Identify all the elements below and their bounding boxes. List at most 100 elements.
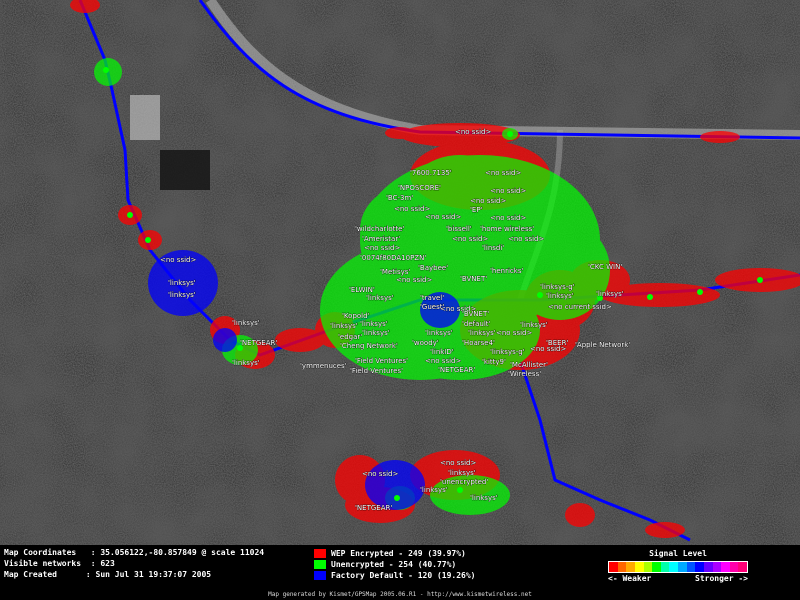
network-ssid-label: 'linksys' [425, 329, 453, 337]
network-ssid-label: 'BC-3m' [386, 194, 413, 202]
map-viewport[interactable]: <no ssid> '7600.7135' <no ssid> 'NPOSCORE' <… [0, 0, 800, 545]
network-ssid-label: 'linksys' [168, 279, 196, 287]
network-ssid-label: 'linksys' [232, 319, 260, 327]
network-ssid-label: <no current ssid> [548, 303, 612, 311]
signal-color-step [686, 562, 696, 572]
legend-factory-default-swatch [314, 570, 326, 580]
signal-level-title: Signal Level [649, 549, 707, 558]
network-ssid-label: 'home wireless' [480, 225, 534, 233]
network-ssid-label: 'woody' [412, 339, 439, 347]
network-ssid-label: 'NETGEAR' [240, 339, 277, 347]
network-ssid-label: 'BVNET' [462, 310, 489, 318]
signal-stronger-label: Stronger -> [695, 574, 748, 583]
network-ssid-label: 'NPOSCORE' [398, 184, 441, 192]
network-ssid-label: 'kitty9' [482, 358, 506, 366]
network-ssid-label: '0074f80DA10PZN' [360, 254, 426, 262]
signal-color-step [669, 562, 678, 572]
signal-color-step [660, 562, 670, 572]
network-ssid-label: 'Metisys' [380, 268, 410, 276]
signal-color-step [617, 562, 627, 572]
building [130, 95, 160, 140]
network-ssid-label: <no ssid> [508, 235, 544, 243]
signal-level-legend: Signal Level <- Weaker Stronger -> [608, 549, 748, 583]
network-ssid-label: <no ssid> [364, 244, 400, 252]
network-ssid-label: 'bissell' [446, 225, 472, 233]
signal-color-step [738, 562, 747, 572]
network-ssid-label: 'linksys' [362, 329, 390, 337]
network-ssid-label: 'NETGEAR' [438, 366, 475, 374]
network-ssid-label: <no ssid> [485, 169, 521, 177]
signal-color-step [729, 562, 739, 572]
network-ssid-label: 'BVNET' [460, 275, 487, 283]
visible-networks: Visible networks : 623 [4, 559, 115, 568]
status-footer: Map Coordinates : 35.056122,-80.857849 @… [0, 545, 800, 600]
network-ssid-label: <no ssid> [490, 214, 526, 222]
network-ssid-label: 'CKC WIN' [588, 263, 622, 271]
signal-color-step [695, 562, 704, 572]
network-ssid-label: 'henricks' [490, 267, 523, 275]
legend-factory-default: Factory Default - 120 (19.26%) [314, 570, 476, 580]
network-ssid-label: 'linksys' [330, 322, 358, 330]
network-ssid-label: <no ssid> [396, 276, 432, 284]
network-ssid-label: <no ssid> [490, 187, 526, 195]
signal-level-gradient [608, 561, 748, 573]
network-ssid-label: 'linkID' [430, 348, 454, 356]
network-ssid-label: <no ssid> [452, 235, 488, 243]
network-ssid-label: 'EP' [470, 206, 483, 214]
network-ssid-label: 'linksys' [596, 290, 624, 298]
signal-color-step [703, 562, 713, 572]
signal-color-step [626, 562, 635, 572]
network-ssid-label: <no ssid> [470, 197, 506, 205]
signal-color-step [652, 562, 661, 572]
network-ssid-label: <no ssid> [496, 329, 532, 337]
network-ssid-label: 'linksys' [448, 469, 476, 477]
network-ssid-label: 'linksys' [470, 494, 498, 502]
signal-color-step [609, 562, 618, 572]
legend-wep-label: WEP Encrypted - 249 (39.97%) [331, 548, 466, 558]
network-ssid-label: '7600.7135' [410, 169, 452, 177]
network-ssid-label: <no ssid> [425, 213, 461, 221]
network-ssid-label: 'NETGEAR' [355, 504, 392, 512]
network-ssid-label: <no ssid> [160, 256, 196, 264]
network-ssid-label: 'Cheng Network' [340, 342, 398, 350]
pond [160, 150, 210, 190]
signal-color-step [634, 562, 644, 572]
network-ssid-label: 'linksys' [168, 291, 196, 299]
network-ssid-label: 'linksys' [366, 294, 394, 302]
map-created: Map Created : Sun Jul 31 19:37:07 2005 [4, 570, 212, 579]
network-ssid-label: 'Hoarse4' [462, 339, 495, 347]
network-ssid-label: 'linsdi' [482, 244, 504, 252]
map-credit: Map generated by Kismet/GPSMap 2005.06.R… [268, 591, 532, 598]
network-ssid-label: 'linksys' [420, 486, 448, 494]
legend-unencrypted: Unencrypted - 254 (40.77%) [314, 559, 456, 569]
network-ssid-label: 'ymmenuces' [300, 362, 347, 370]
network-ssid-label: <no ssid> [440, 459, 476, 467]
network-ssid-label: 'linksys-g' [490, 348, 525, 356]
network-ssid-label: 'linksys' [520, 321, 548, 329]
network-ssid-label: 'Wireless' [508, 370, 541, 378]
network-ssid-label: 'linksys-g' [540, 283, 575, 291]
network-ssid-label: 'unencrypted' [440, 478, 488, 486]
signal-color-step [712, 562, 722, 572]
network-ssid-label: <no ssid> [394, 205, 430, 213]
legend-factory-default-label: Factory Default - 120 (19.26%) [331, 570, 476, 580]
legend-unencrypted-swatch [314, 559, 326, 569]
network-ssid-label: 'wildcharlotte' [355, 225, 404, 233]
legend-unencrypted-label: Unencrypted - 254 (40.77%) [331, 559, 457, 569]
network-ssid-label: 'ELWIN' [349, 286, 375, 294]
legend-wep-swatch [314, 548, 326, 558]
network-ssid-label: <no ssid> [425, 357, 461, 365]
signal-color-step [721, 562, 730, 572]
network-ssid-label: 'Baybee' [418, 264, 448, 272]
legend-wep: WEP Encrypted - 249 (39.97%) [314, 548, 466, 558]
signal-weaker-label: <- Weaker [608, 574, 652, 583]
network-ssid-label: 'linksys' [468, 329, 496, 337]
network-ssid-label: 'travel' [420, 294, 444, 302]
network-ssid-label: 'linksys' [546, 292, 574, 300]
map-coordinates: Map Coordinates : 35.056122,-80.857849 @… [4, 548, 265, 557]
signal-color-step [678, 562, 687, 572]
signal-color-step [643, 562, 653, 572]
network-ssid-label: 'Apple Network' [575, 341, 630, 349]
network-ssid-label: 'McAllister' [510, 361, 548, 369]
network-ssid-label: <no ssid> [530, 345, 566, 353]
